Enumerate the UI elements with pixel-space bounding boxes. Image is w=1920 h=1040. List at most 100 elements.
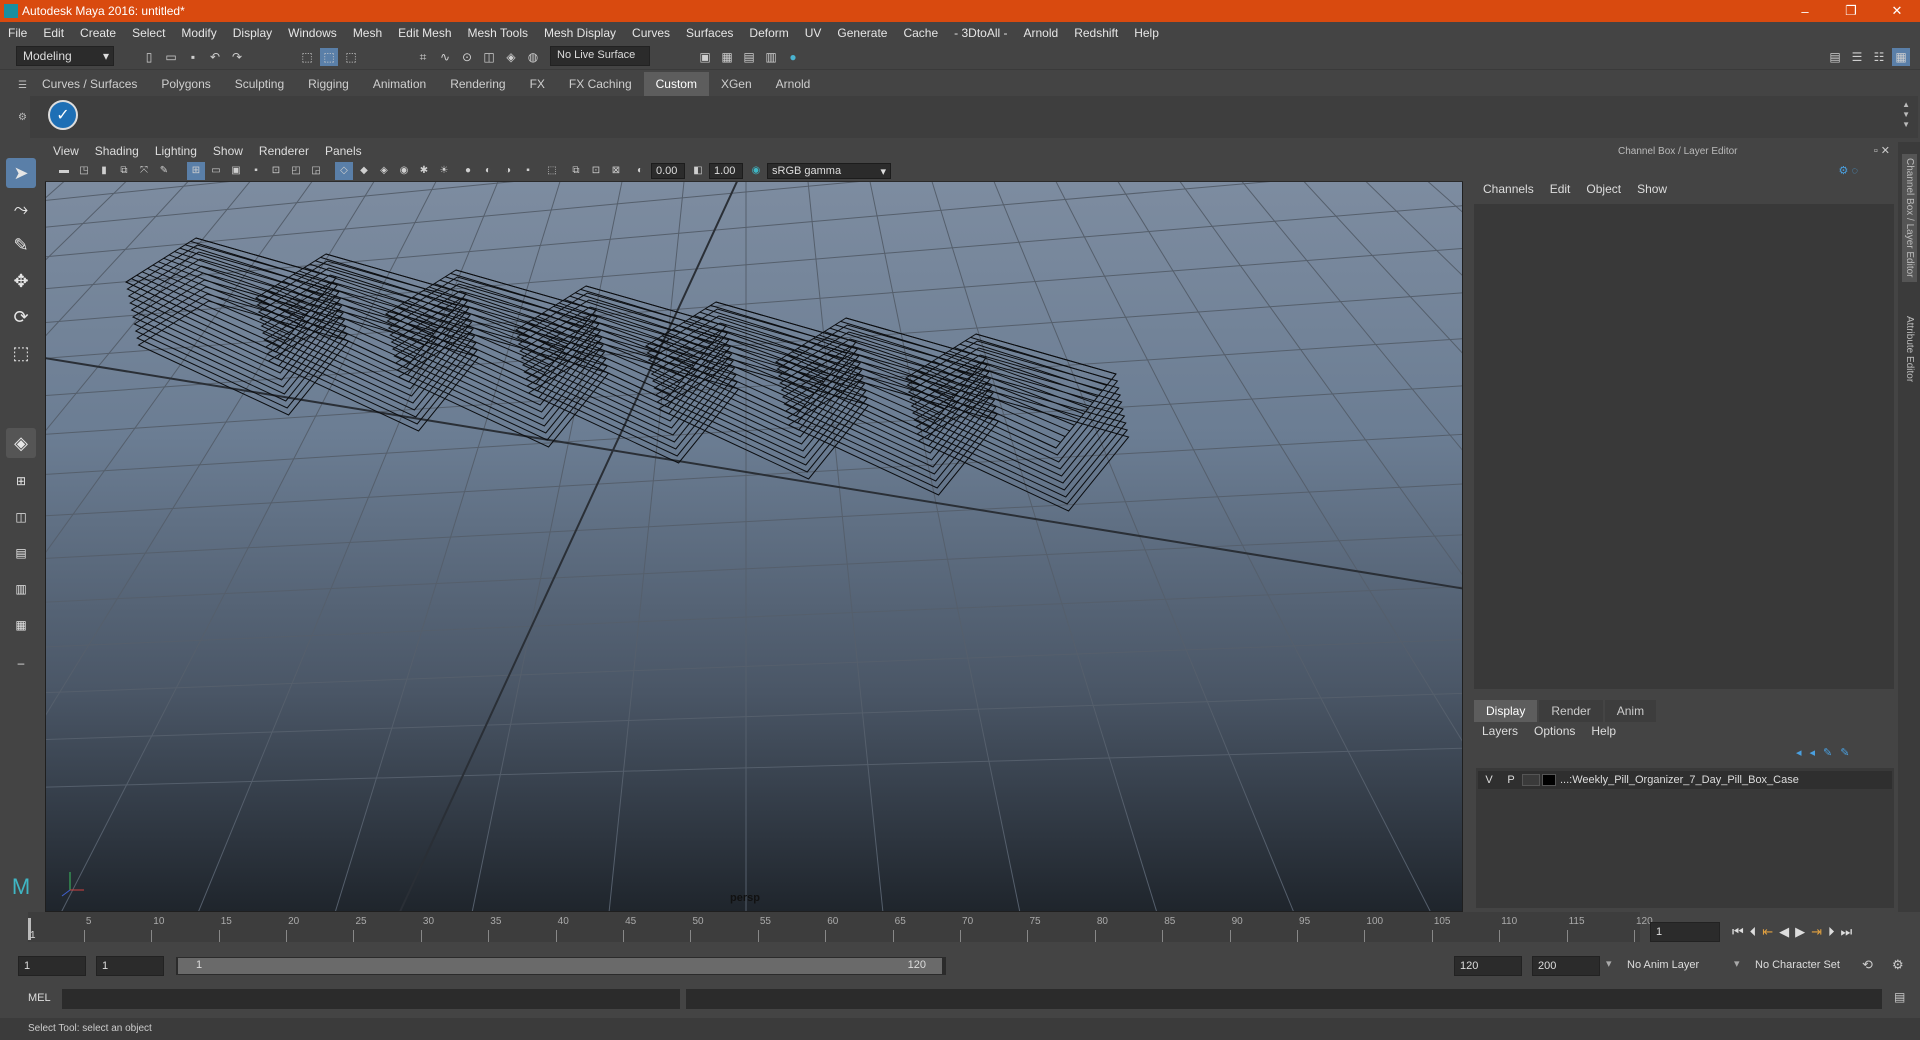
render-icon[interactable]: ▦ [718,48,736,66]
panel-menu-show[interactable]: Show [205,144,251,158]
safe-title-icon[interactable]: ◲ [307,162,325,180]
shelf-menu-icon[interactable]: ☰ [18,80,30,92]
character-set-dropdown[interactable]: No Character Set [1750,956,1870,976]
grease-pencil-icon[interactable]: ✎ [155,162,173,180]
chevron-down-icon[interactable]: ▾ [1734,957,1740,970]
tab-anim[interactable]: Anim [1604,700,1657,722]
paint-select-tool-icon[interactable]: ✎ [6,230,36,260]
safe-action-icon[interactable]: ◰ [287,162,305,180]
range-start-field[interactable]: 1 [96,956,164,976]
panel-menu-lighting[interactable]: Lighting [147,144,205,158]
side-by-side-layout-icon[interactable]: ◫ [6,502,36,532]
use-all-lights-icon[interactable]: ✱ [415,162,433,180]
go-to-end-icon[interactable]: ⏭ [1841,924,1853,940]
save-scene-icon[interactable]: ▪ [184,48,202,66]
tab-render[interactable]: Render [1539,700,1603,722]
layer-menu-help[interactable]: Help [1583,724,1624,738]
menu-create[interactable]: Create [72,26,124,40]
cb-menu-object[interactable]: Object [1578,182,1629,196]
panel-float-close-icon[interactable]: ▫ ✕ [1874,144,1890,157]
scale-tool-icon[interactable]: ⬚ [6,338,36,368]
panel-menu-shading[interactable]: Shading [87,144,147,158]
layer-visibility-toggle[interactable]: V [1478,774,1500,786]
menu-cache[interactable]: Cache [895,26,946,40]
side-tab-attribute-editor[interactable]: Attribute Editor [1902,312,1917,386]
cb-menu-channels[interactable]: Channels [1475,182,1542,196]
tab-display[interactable]: Display [1474,700,1538,722]
persp-graph-layout-icon[interactable]: ▤ [6,538,36,568]
panel-menu-view[interactable]: View [45,144,87,158]
menu-curves[interactable]: Curves [624,26,678,40]
channel-box-toggle-icon[interactable]: ▦ [1892,48,1910,66]
isolate-select-icon[interactable]: ⬚ [543,162,561,180]
smooth-shade-icon[interactable]: ◆ [355,162,373,180]
select-component-icon[interactable]: ⬚ [342,48,360,66]
menu-mesh[interactable]: Mesh [345,26,390,40]
exposure-icon[interactable]: ◐ [631,162,649,180]
menu-mesh-tools[interactable]: Mesh Tools [460,26,536,40]
range-end-field[interactable]: 120 [1454,956,1522,976]
tab-sculpting[interactable]: Sculpting [223,72,296,96]
bookmark-icon[interactable]: ▮ [95,162,113,180]
xray-icon[interactable]: ⧉ [567,162,585,180]
anim-layer-dropdown[interactable]: No Anim Layer [1622,956,1730,976]
outliner-layout-icon[interactable]: ▥ [6,574,36,604]
make-live-icon[interactable]: ◍ [524,48,542,66]
play-forward-icon[interactable]: ▶ [1795,924,1805,940]
screen-space-ao-icon[interactable]: ● [459,162,477,180]
rotate-tool-icon[interactable]: ⟳ [6,302,36,332]
tab-xgen[interactable]: XGen [709,72,764,96]
render-settings-icon[interactable]: ▥ [762,48,780,66]
xray-active-icon[interactable]: ⊡ [587,162,605,180]
camera-select-icon[interactable]: ▬ [55,162,73,180]
undo-icon[interactable]: ↶ [206,48,224,66]
shadows-icon[interactable]: ☀ [435,162,453,180]
single-view-layout-icon[interactable]: ◈ [6,428,36,458]
ipr-render-icon[interactable]: ▤ [740,48,758,66]
script-editor-icon[interactable]: ▤ [1894,990,1905,1004]
command-language-label[interactable]: MEL [28,992,51,1004]
gamma-field[interactable]: 1.00 [709,163,743,179]
snap-view-icon[interactable]: ◫ [480,48,498,66]
menu-redshift[interactable]: Redshift [1066,26,1126,40]
checkmark-shelf-icon[interactable]: ✓ [48,100,78,130]
exposure-field[interactable]: 0.00 [651,163,685,179]
play-backward-icon[interactable]: ◀ [1779,924,1789,940]
layer-color-swatch[interactable] [1542,774,1556,786]
auto-key-icon[interactable]: ⟲ [1862,957,1873,973]
cb-menu-edit[interactable]: Edit [1542,182,1579,196]
four-view-layout-icon[interactable]: ⊞ [6,466,36,496]
step-back-icon[interactable]: ⏴ [1750,924,1757,940]
command-input[interactable] [62,989,680,1009]
snap-curve-icon[interactable]: ∿ [436,48,454,66]
select-object-icon[interactable]: ⬚ [320,48,338,66]
layer-type-toggle[interactable] [1522,774,1540,786]
layer-playback-toggle[interactable]: P [1500,774,1522,786]
layer-menu-options[interactable]: Options [1526,724,1583,738]
gamma-icon[interactable]: ◧ [689,162,707,180]
panel-menu-panels[interactable]: Panels [317,144,370,158]
menu-display[interactable]: Display [225,26,280,40]
lasso-tool-icon[interactable]: ⤳ [6,194,36,224]
motion-blur-icon[interactable]: ◐ [479,162,497,180]
film-gate-icon[interactable]: ▭ [207,162,225,180]
tab-rigging[interactable]: Rigging [296,72,361,96]
new-scene-icon[interactable]: ▯ [140,48,158,66]
tab-fx[interactable]: FX [518,72,557,96]
grid-icon[interactable]: ⊞ [187,162,205,180]
textured-icon[interactable]: ◉ [395,162,413,180]
render-view-icon[interactable]: ▣ [696,48,714,66]
start-time-field[interactable]: 1 [18,956,86,976]
layer-actions-icons[interactable]: ◂◂✎✎ [1796,746,1857,759]
layer-row[interactable]: V P ...:Weekly_Pill_Organizer_7_Day_Pill… [1478,771,1892,789]
modeling-toolkit-icon[interactable]: ▤ [1826,48,1844,66]
step-forward-icon[interactable]: ⏵ [1828,924,1835,940]
panel-menu-renderer[interactable]: Renderer [251,144,317,158]
wireframe-icon[interactable]: ◇ [335,162,353,180]
wireframe-on-shaded-icon[interactable]: ◈ [375,162,393,180]
close-button[interactable]: ✕ [1874,0,1920,22]
menu-windows[interactable]: Windows [280,26,345,40]
move-tool-icon[interactable]: ✥ [6,266,36,296]
menu-generate[interactable]: Generate [829,26,895,40]
open-scene-icon[interactable]: ▭ [162,48,180,66]
